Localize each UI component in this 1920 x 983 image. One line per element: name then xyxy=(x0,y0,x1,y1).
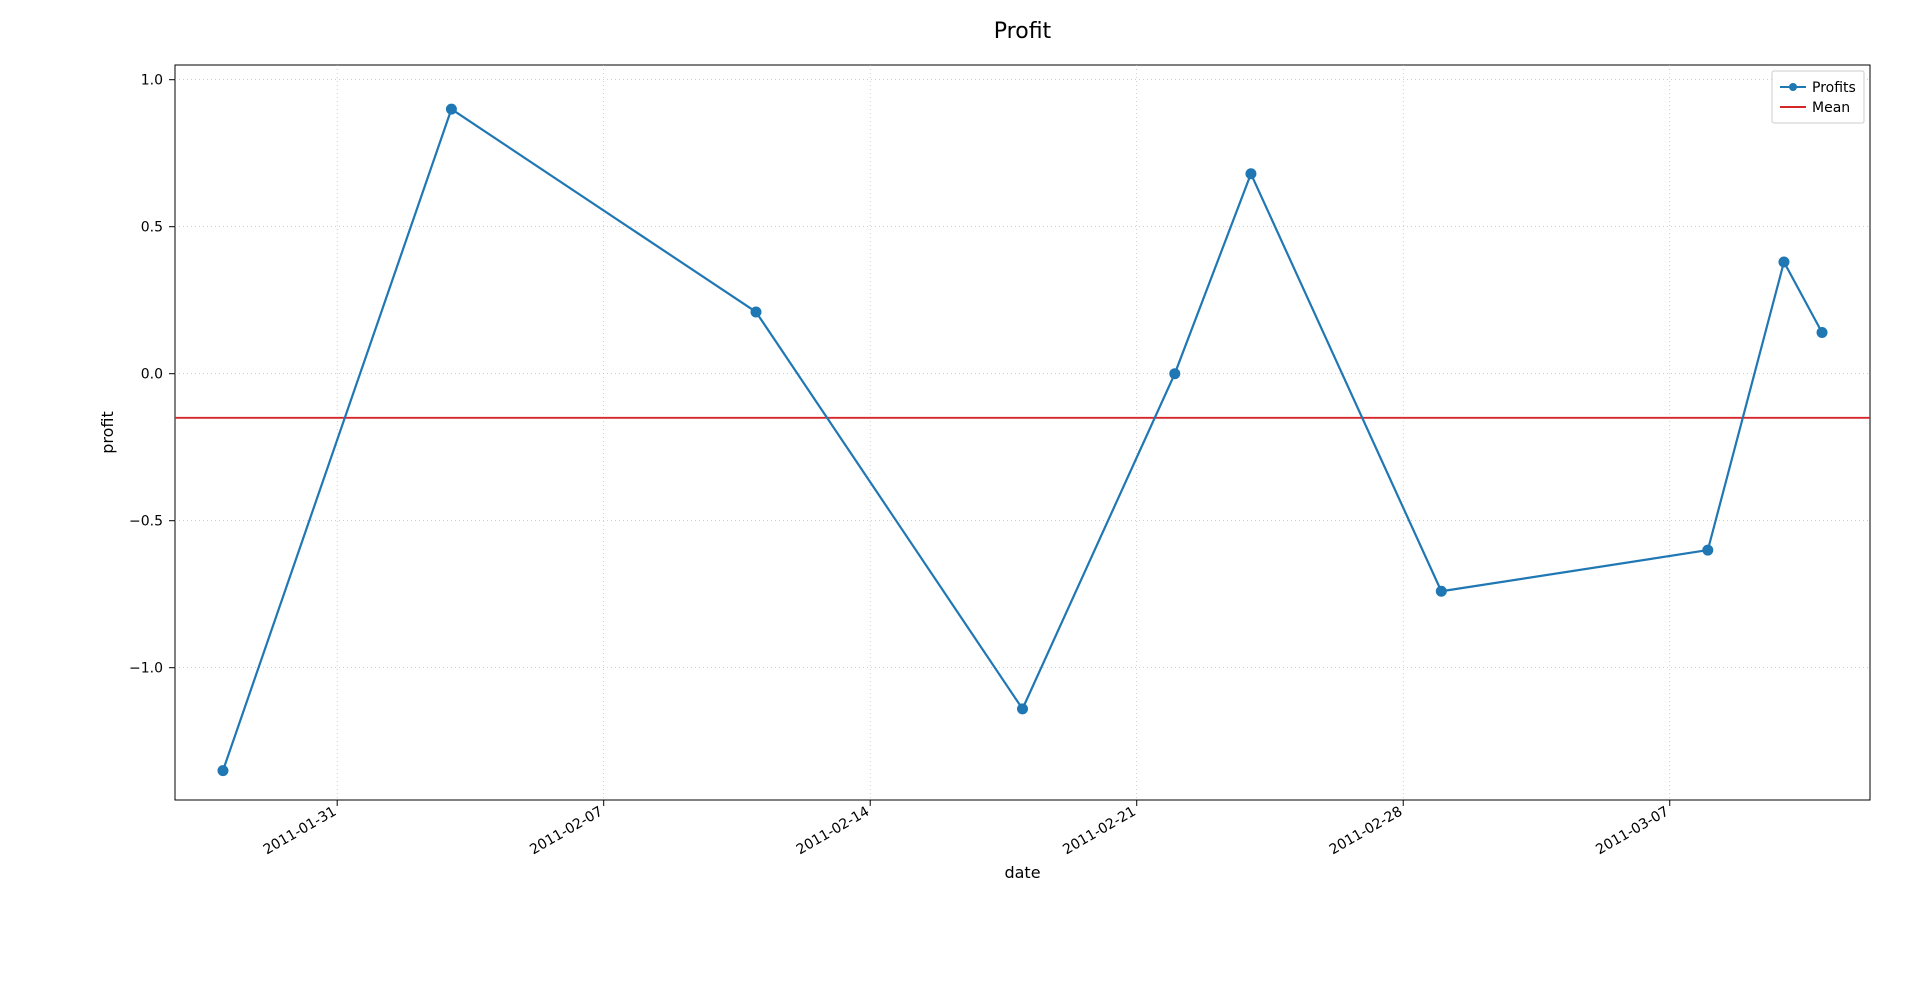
profits-marker xyxy=(446,104,456,114)
profits-marker xyxy=(751,307,761,317)
x-tick-label: 2011-02-14 xyxy=(794,804,873,859)
y-tick-label: 0.5 xyxy=(141,220,163,236)
profits-marker xyxy=(1170,369,1180,379)
x-axis-label: date xyxy=(1004,863,1040,882)
profits-marker xyxy=(1246,169,1256,179)
x-tick-label: 2011-01-31 xyxy=(261,804,339,859)
profits-marker xyxy=(1018,704,1028,714)
legend-label: Profits xyxy=(1812,80,1856,96)
profits-marker xyxy=(1779,257,1789,267)
y-tick-label: −0.5 xyxy=(129,514,163,530)
x-tick-label: 2011-02-07 xyxy=(527,804,605,859)
chart-title: Profit xyxy=(994,19,1052,44)
y-tick-label: 1.0 xyxy=(141,73,163,89)
chart-container: −1.0 −0.5 0.0 0.5 1.0 2011-01-31 2011-02-07 201… xyxy=(0,0,1920,983)
x-tick-label: 2011-02-28 xyxy=(1327,804,1405,859)
x-tick-label: 2011-03-07 xyxy=(1593,804,1671,859)
profits-marker xyxy=(1436,586,1446,596)
legend: Profits Mean xyxy=(1772,71,1864,123)
y-tick-label: −1.0 xyxy=(129,661,163,677)
x-tick-label: 2011-02-21 xyxy=(1060,804,1138,859)
legend-label: Mean xyxy=(1812,100,1850,116)
profits-marker xyxy=(1817,328,1827,338)
y-tick-label: 0.0 xyxy=(141,367,163,383)
profit-line-chart: −1.0 −0.5 0.0 0.5 1.0 2011-01-31 2011-02-07 201… xyxy=(0,0,1920,983)
legend-swatch-marker xyxy=(1789,83,1797,91)
y-axis-label: profit xyxy=(98,411,117,454)
profits-marker xyxy=(218,766,228,776)
profits-marker xyxy=(1703,545,1713,555)
